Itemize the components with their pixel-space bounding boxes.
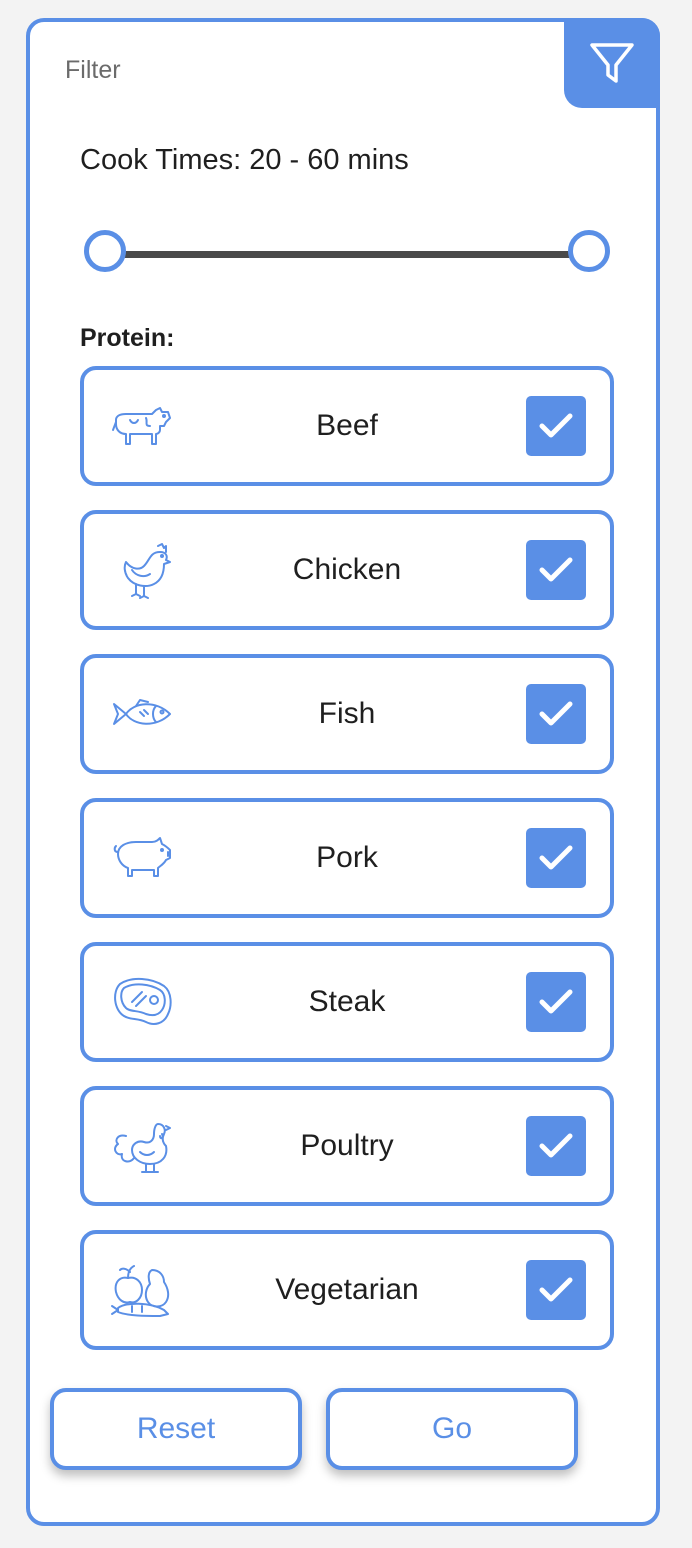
steak-checkbox[interactable] — [526, 972, 586, 1032]
checkmark-icon — [539, 845, 573, 870]
reset-button[interactable]: Reset — [50, 1388, 302, 1470]
cook-time-range-slider[interactable] — [80, 226, 614, 282]
panel-title: Filter — [65, 56, 121, 84]
checkmark-icon — [539, 557, 573, 582]
go-button[interactable]: Go — [326, 1388, 578, 1470]
checkmark-icon — [539, 413, 573, 438]
protein-option-poultry[interactable]: Poultry — [80, 1086, 614, 1206]
poultry-checkbox[interactable] — [526, 1116, 586, 1176]
chicken-checkbox[interactable] — [526, 540, 586, 600]
checkmark-icon — [539, 1277, 573, 1302]
protein-option-vegetarian[interactable]: Vegetarian — [80, 1230, 614, 1350]
funnel-icon — [590, 43, 634, 83]
protein-option-fish[interactable]: Fish — [80, 654, 614, 774]
protein-option-steak[interactable]: Steak — [80, 942, 614, 1062]
protein-option-pork[interactable]: Pork — [80, 798, 614, 918]
cook-times-label: Cook Times: 20 - 60 mins — [80, 144, 409, 176]
fish-checkbox[interactable] — [526, 684, 586, 744]
protein-option-beef[interactable]: Beef — [80, 366, 614, 486]
protein-options-list: Beef Chicken Fish Pork Steak Poultry Veg… — [80, 366, 614, 1374]
checkmark-icon — [539, 989, 573, 1014]
checkmark-icon — [539, 1133, 573, 1158]
protein-option-chicken[interactable]: Chicken — [80, 510, 614, 630]
filter-toggle-button[interactable] — [564, 18, 660, 108]
protein-heading: Protein: — [80, 324, 175, 352]
pork-checkbox[interactable] — [526, 828, 586, 888]
beef-checkbox[interactable] — [526, 396, 586, 456]
filter-panel: Filter Cook Times: 20 - 60 mins Protein:… — [26, 18, 660, 1526]
slider-track[interactable] — [104, 251, 590, 258]
checkmark-icon — [539, 701, 573, 726]
slider-max-handle[interactable] — [568, 230, 610, 272]
slider-min-handle[interactable] — [84, 230, 126, 272]
vegetarian-checkbox[interactable] — [526, 1260, 586, 1320]
